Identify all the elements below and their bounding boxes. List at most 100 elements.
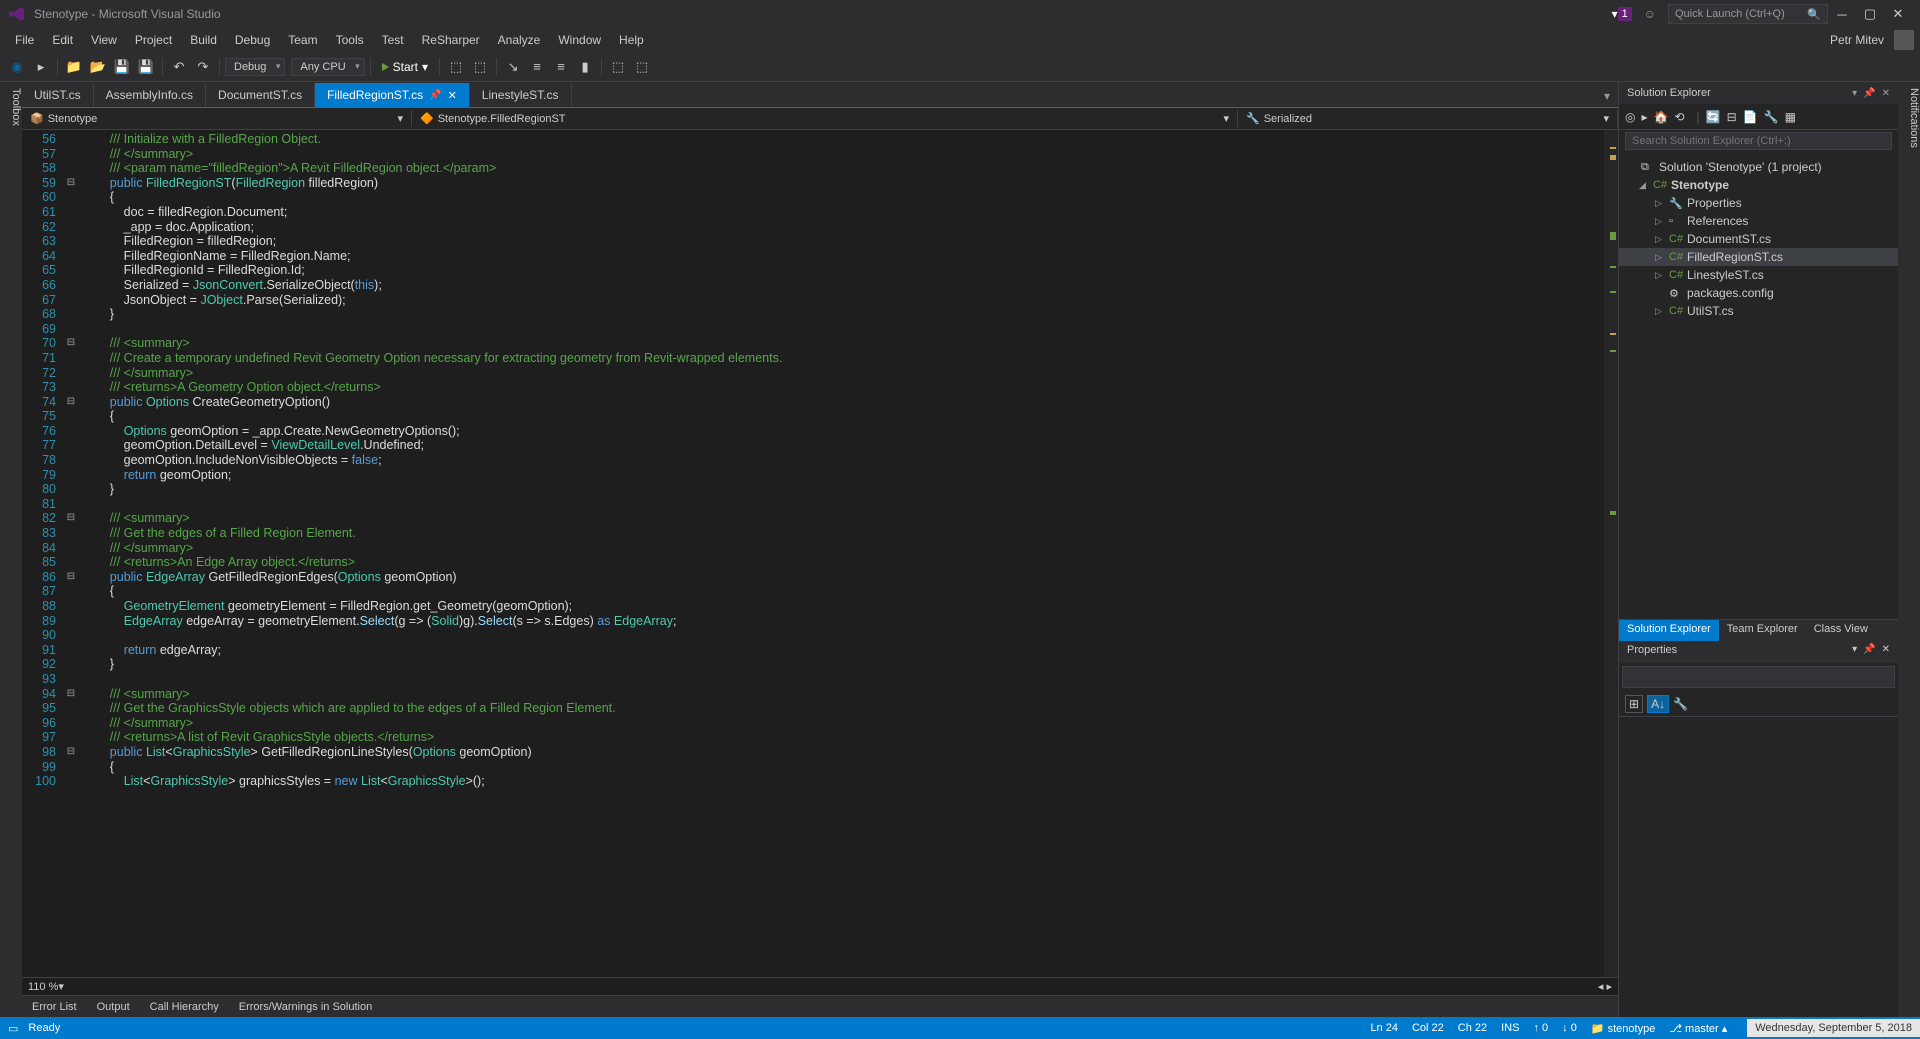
props-wrench-icon[interactable]: 🔧 [1673,697,1688,711]
tree-filledregionst[interactable]: ▷C#FilledRegionST.cs [1619,248,1898,266]
nav-class[interactable]: 🔶 Stenotype.FilledRegionST▾ [412,110,1238,127]
status-dn[interactable]: ↓ 0 [1562,1022,1577,1034]
tb-bookmark-icon[interactable]: ▮ [574,56,596,78]
props-pin-icon[interactable]: 📌 [1863,644,1875,660]
code-editor[interactable]: 5657585960616263646566676869707172737475… [22,130,1618,977]
se-tab-class[interactable]: Class View [1806,620,1876,641]
nav-scope[interactable]: 📦 Stenotype▾ [22,110,412,127]
tab-errors-warnings[interactable]: Errors/Warnings in Solution [229,998,382,1016]
tree-packages[interactable]: ⚙packages.config [1619,284,1898,302]
menu-edit[interactable]: Edit [43,30,82,50]
tab-output[interactable]: Output [87,998,140,1016]
menu-file[interactable]: File [6,30,43,50]
se-properties-icon[interactable]: 🔧 [1764,110,1779,124]
menu-view[interactable]: View [82,30,126,50]
se-fwd-icon[interactable]: ▸ [1641,110,1647,124]
props-dropdown-icon[interactable]: ▾ [1852,644,1857,660]
menu-window[interactable]: Window [549,30,610,50]
tab-filledregionst[interactable]: FilledRegionST.cs📌✕ [315,83,470,107]
panel-dropdown-icon[interactable]: ▾ [1852,88,1857,99]
menu-analyze[interactable]: Analyze [489,30,550,50]
tb-misc-icon[interactable]: ⬚ [607,56,629,78]
nav-fwd-icon[interactable]: ▸ [30,56,52,78]
config-dropdown[interactable]: Debug [225,58,285,76]
menu-project[interactable]: Project [126,30,181,50]
props-close-icon[interactable]: ✕ [1882,644,1890,660]
close-button[interactable]: ✕ [1884,6,1912,22]
maximize-button[interactable]: ▢ [1856,6,1884,22]
nav-back-icon[interactable]: ◉ [6,56,28,78]
save-icon[interactable]: 💾 [111,56,133,78]
se-tab-solution[interactable]: Solution Explorer [1619,620,1719,641]
menu-debug[interactable]: Debug [226,30,279,50]
editor-area: UtilST.cs AssemblyInfo.cs DocumentST.cs … [22,82,1618,1017]
toolbox-rail[interactable]: Toolbox [0,82,22,1017]
se-back-icon[interactable]: ◎ [1625,110,1635,124]
tree-documentst[interactable]: ▷C#DocumentST.cs [1619,230,1898,248]
user-avatar-icon[interactable] [1894,30,1914,50]
se-refresh-icon[interactable]: 🔄 [1706,110,1721,124]
se-home-icon[interactable]: 🏠 [1654,110,1669,124]
nav-member[interactable]: 🔧 Serialized▾ [1238,110,1618,127]
user-name[interactable]: Petr Mitev [1821,30,1888,50]
se-tab-team[interactable]: Team Explorer [1719,620,1806,641]
tb-uncomment-icon[interactable]: ≡ [550,56,572,78]
menu-test[interactable]: Test [373,30,413,50]
platform-dropdown[interactable]: Any CPU [291,58,364,76]
save-all-icon[interactable]: 💾 [135,56,157,78]
tab-linestylest[interactable]: LinestyleST.cs [470,83,572,107]
feedback-icon[interactable]: ☺ [1644,7,1656,21]
se-preview-icon[interactable]: ▦ [1785,110,1796,124]
tb-icon-1[interactable]: ⬚ [445,56,467,78]
status-branch[interactable]: ⎇ master ▴ [1669,1022,1727,1035]
tree-solution[interactable]: ⧉Solution 'Stenotype' (1 project) [1619,158,1898,176]
se-sync-icon[interactable]: ⟲ [1674,110,1684,124]
tb-step-icon[interactable]: ↘ [502,56,524,78]
tree-project[interactable]: ◢C#Stenotype [1619,176,1898,194]
undo-icon[interactable]: ↶ [168,56,190,78]
tab-overflow-icon[interactable]: ▾ [1596,85,1618,107]
menu-build[interactable]: Build [181,30,226,50]
tree-properties[interactable]: ▷🔧Properties [1619,194,1898,212]
status-up[interactable]: ↑ 0 [1533,1022,1548,1034]
quick-launch-input[interactable]: Quick Launch (Ctrl+Q)🔍 [1668,4,1828,24]
panel-close-icon[interactable]: ✕ [1882,88,1890,99]
menu-team[interactable]: Team [279,30,326,50]
tab-utilst[interactable]: UtilST.cs [22,83,94,107]
new-project-icon[interactable]: 📁 [63,56,85,78]
vertical-map[interactable] [1604,130,1618,977]
fold-margin[interactable]: ⊟⊟⊟⊟⊟⊟⊟ [64,130,78,977]
notifications-rail[interactable]: Notifications [1898,82,1920,1017]
minimize-button[interactable]: ─ [1828,7,1856,22]
tab-assemblyinfo[interactable]: AssemblyInfo.cs [94,83,206,107]
zoom-level[interactable]: 110 % ▾◂ ▸ [22,977,1618,995]
tab-error-list[interactable]: Error List [22,998,87,1016]
menu-tools[interactable]: Tools [327,30,373,50]
redo-icon[interactable]: ↷ [192,56,214,78]
tb-misc2-icon[interactable]: ⬚ [631,56,653,78]
props-az-icon[interactable]: A↓ [1647,695,1669,713]
start-debug-button[interactable]: Start ▾ [376,58,434,76]
se-collapse-icon[interactable]: ⊟ [1727,110,1737,124]
se-showall-icon[interactable]: 📄 [1743,110,1758,124]
panel-pin-icon[interactable]: 📌 [1863,88,1875,99]
tb-icon-2[interactable]: ⬚ [469,56,491,78]
tab-documentst[interactable]: DocumentST.cs [206,83,315,107]
open-file-icon[interactable]: 📂 [87,56,109,78]
solution-tree[interactable]: ⧉Solution 'Stenotype' (1 project) ◢C#Ste… [1619,154,1898,619]
tree-linestylest[interactable]: ▷C#LinestyleST.cs [1619,266,1898,284]
menu-help[interactable]: Help [610,30,653,50]
close-tab-icon[interactable]: ✕ [448,89,457,102]
se-search-input[interactable] [1625,132,1892,150]
tb-comment-icon[interactable]: ≡ [526,56,548,78]
status-repo[interactable]: 📁 stenotype [1591,1022,1655,1035]
props-selector[interactable] [1622,666,1895,688]
tree-utilst[interactable]: ▷C#UtilST.cs [1619,302,1898,320]
props-cat-icon[interactable]: ⊞ [1625,695,1643,713]
notification-count[interactable]: 1 [1618,7,1632,21]
code-content[interactable]: /// Initialize with a FilledRegion Objec… [78,130,1604,977]
tab-call-hierarchy[interactable]: Call Hierarchy [140,998,229,1016]
menu-resharper[interactable]: ReSharper [413,30,489,50]
tree-references[interactable]: ▷▫References [1619,212,1898,230]
status-window-icon[interactable]: ▭ [8,1022,18,1035]
